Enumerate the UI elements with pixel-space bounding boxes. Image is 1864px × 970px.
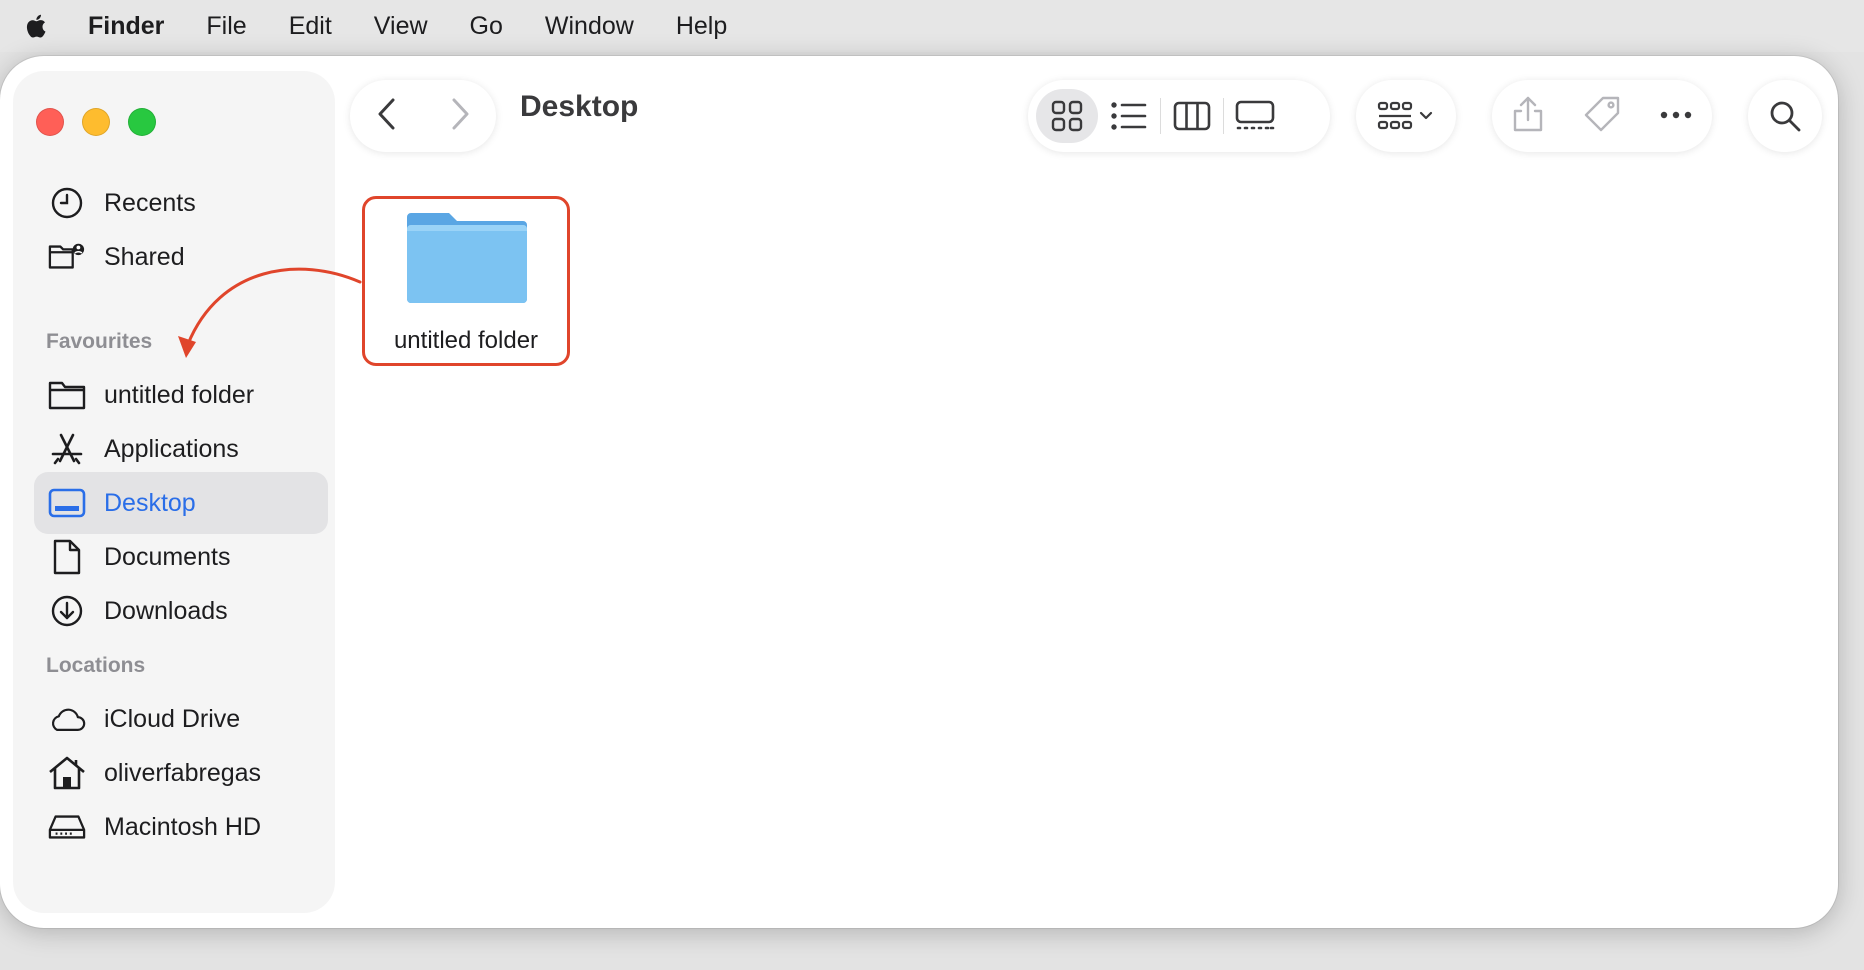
menu-file[interactable]: File bbox=[206, 12, 246, 41]
minimize-window-button[interactable] bbox=[82, 108, 110, 136]
menu-bar: Finder File Edit View Go Window Help bbox=[0, 0, 1864, 52]
list-view-button[interactable] bbox=[1098, 89, 1160, 143]
tag-icon bbox=[1584, 96, 1620, 131]
ellipsis-icon bbox=[1660, 111, 1692, 119]
sidebar-item-label: Desktop bbox=[104, 488, 196, 517]
sidebar-item-downloads[interactable]: Downloads bbox=[34, 580, 328, 642]
chevron-left-icon bbox=[378, 98, 394, 129]
apple-logo-icon[interactable] bbox=[22, 11, 52, 41]
sidebar-item-label: Recents bbox=[104, 188, 196, 217]
share-icon bbox=[1513, 96, 1543, 131]
menu-edit[interactable]: Edit bbox=[289, 12, 332, 41]
home-icon bbox=[48, 754, 86, 792]
tags-button[interactable] bbox=[1583, 95, 1621, 138]
forward-button[interactable] bbox=[449, 97, 471, 136]
shared-folder-icon bbox=[48, 238, 86, 276]
menu-go[interactable]: Go bbox=[470, 12, 503, 41]
sidebar-item-untitled-folder[interactable]: untitled folder bbox=[34, 364, 328, 426]
menu-help[interactable]: Help bbox=[676, 12, 727, 41]
section-header-locations: Locations bbox=[46, 654, 146, 677]
folder-icon bbox=[407, 213, 527, 303]
section-header-favourites: Favourites bbox=[46, 330, 153, 353]
more-button[interactable] bbox=[1659, 107, 1693, 125]
finder-window: Recents Shared Favourites untitled folde… bbox=[0, 56, 1838, 928]
group-by-icon bbox=[1377, 101, 1433, 130]
sidebar: Recents Shared Favourites untitled folde… bbox=[14, 72, 334, 912]
actions-group bbox=[1492, 80, 1712, 152]
sidebar-item-macintosh-hd[interactable]: Macintosh HD bbox=[34, 796, 328, 858]
menu-finder[interactable]: Finder bbox=[88, 12, 164, 41]
sidebar-item-desktop[interactable]: Desktop bbox=[34, 472, 328, 534]
chevron-right-icon bbox=[452, 98, 468, 129]
gallery-icon bbox=[1235, 100, 1275, 130]
clock-icon bbox=[48, 184, 86, 222]
window-title: Desktop bbox=[520, 90, 639, 123]
close-window-button[interactable] bbox=[36, 108, 64, 136]
document-icon bbox=[48, 538, 86, 576]
disk-icon bbox=[48, 808, 86, 846]
zoom-window-button[interactable] bbox=[128, 108, 156, 136]
window-controls bbox=[36, 108, 156, 136]
sidebar-item-label: Macintosh HD bbox=[104, 812, 261, 841]
sidebar-item-icloud-drive[interactable]: iCloud Drive bbox=[34, 688, 328, 750]
sidebar-item-applications[interactable]: Applications bbox=[34, 418, 328, 480]
grid-icon bbox=[1051, 100, 1083, 132]
icon-view-button[interactable] bbox=[1036, 89, 1098, 143]
download-icon bbox=[48, 592, 86, 630]
navigation-buttons bbox=[350, 80, 496, 152]
back-button[interactable] bbox=[376, 97, 398, 136]
sidebar-item-label: untitled folder bbox=[104, 380, 255, 409]
sidebar-item-label: Documents bbox=[104, 542, 231, 571]
cloud-icon bbox=[48, 700, 86, 738]
gallery-view-button[interactable] bbox=[1224, 89, 1286, 143]
applications-icon bbox=[48, 430, 86, 468]
columns-icon bbox=[1173, 101, 1211, 131]
share-button[interactable] bbox=[1511, 95, 1545, 138]
sidebar-item-label: iCloud Drive bbox=[104, 704, 241, 733]
folder-label: untitled folder bbox=[393, 327, 539, 354]
sidebar-item-home[interactable]: oliverfabregas bbox=[34, 742, 328, 804]
desktop-item-untitled-folder[interactable]: untitled folder bbox=[362, 196, 570, 366]
sidebar-item-label: Shared bbox=[104, 242, 185, 271]
menu-window[interactable]: Window bbox=[545, 12, 634, 41]
folder-icon bbox=[48, 376, 86, 414]
list-icon bbox=[1111, 102, 1147, 130]
view-mode-group bbox=[1028, 80, 1330, 152]
sidebar-item-recents[interactable]: Recents bbox=[34, 172, 328, 234]
group-by-button[interactable] bbox=[1356, 80, 1456, 152]
sidebar-item-label: Applications bbox=[104, 434, 239, 463]
search-icon bbox=[1770, 101, 1801, 132]
menu-view[interactable]: View bbox=[374, 12, 428, 41]
search-button[interactable] bbox=[1748, 80, 1822, 152]
desktop-icon bbox=[48, 484, 86, 522]
column-view-button[interactable] bbox=[1161, 89, 1223, 143]
sidebar-item-shared[interactable]: Shared bbox=[34, 226, 328, 288]
sidebar-item-label: Downloads bbox=[104, 596, 228, 625]
sidebar-item-label: oliverfabregas bbox=[104, 758, 262, 787]
sidebar-item-documents[interactable]: Documents bbox=[34, 526, 328, 588]
